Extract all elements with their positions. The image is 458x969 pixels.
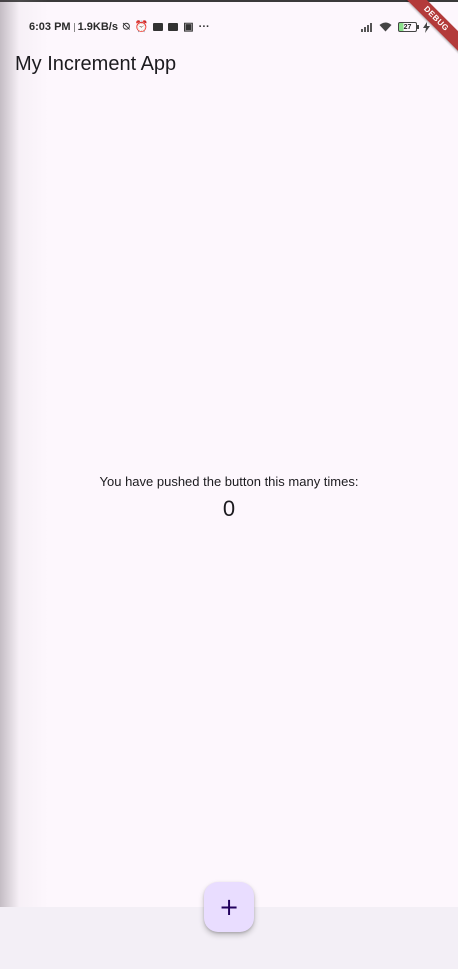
counter-section: You have pushed the button this many tim…	[0, 474, 458, 522]
status-divider	[73, 22, 75, 32]
add-icon: +	[218, 893, 240, 921]
top-edge	[0, 0, 458, 2]
status-bar: 6:03 PM 1.9KB/s ⍉ ⏰ ▣ ··· 27	[0, 14, 458, 40]
charging-icon	[423, 21, 430, 33]
increment-button[interactable]: +	[204, 882, 254, 932]
status-left: 6:03 PM 1.9KB/s ⍉ ⏰ ▣ ···	[29, 14, 210, 40]
status-net-speed: 1.9KB/s	[77, 21, 118, 33]
counter-value: 0	[222, 496, 236, 521]
alarm-icon: ⏰	[134, 20, 149, 33]
status-time: 6:03 PM	[29, 21, 71, 33]
app-title: My Increment App	[15, 53, 177, 75]
alarm-off-icon: ⍉	[122, 20, 130, 33]
more-icon: ···	[198, 20, 210, 33]
app-screen: 6:03 PM 1.9KB/s ⍉ ⏰ ▣ ··· 27 DEBUG My In…	[0, 0, 458, 969]
wifi-icon	[379, 22, 392, 32]
message-icon	[153, 23, 164, 31]
cast-icon: ▣	[183, 20, 194, 33]
app-bar: My Increment App	[0, 44, 458, 86]
battery-level: 27	[403, 23, 412, 31]
counter-label: You have pushed the button this many tim…	[99, 474, 359, 489]
status-right: 27	[361, 14, 430, 40]
battery-icon: 27	[398, 22, 419, 32]
message-icon	[168, 23, 179, 31]
signal-icon	[361, 22, 372, 32]
